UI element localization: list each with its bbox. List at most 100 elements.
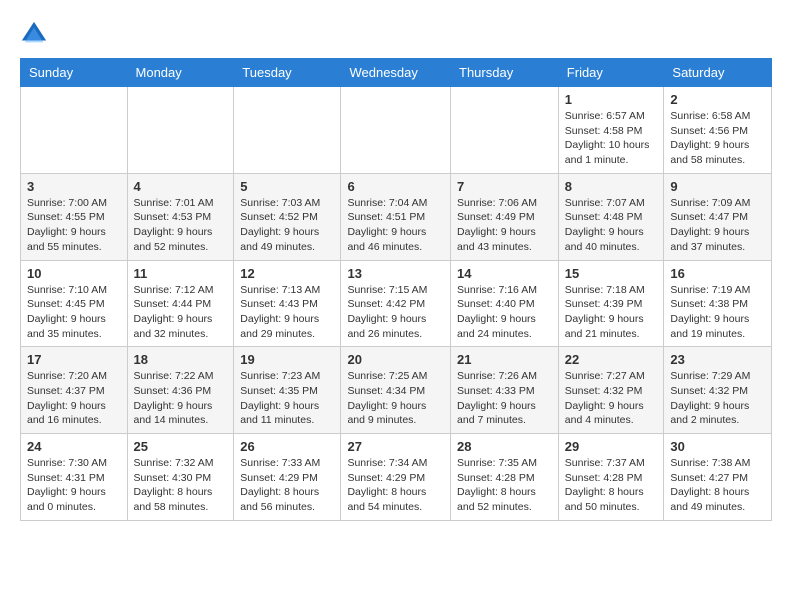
calendar-cell: 6 Sunrise: 7:04 AM Sunset: 4:51 PM Daylig… bbox=[341, 173, 451, 260]
day-number: 8 bbox=[565, 179, 658, 194]
calendar-cell: 24Sunrise: 7:30 AM Sunset: 4:31 PM Dayli… bbox=[21, 434, 128, 521]
calendar-row-1: 3 Sunrise: 7:00 AM Sunset: 4:55 PM Daylig… bbox=[21, 173, 772, 260]
day-number: 14 bbox=[457, 266, 552, 281]
header-saturday: Saturday bbox=[664, 59, 772, 87]
day-detail: Sunrise: 7:25 AM Sunset: 4:34 PM Dayligh… bbox=[347, 369, 444, 428]
calendar-cell: 20 Sunrise: 7:25 AM Sunset: 4:34 PM Dayli… bbox=[341, 347, 451, 434]
calendar-cell bbox=[234, 87, 341, 174]
calendar-cell bbox=[21, 87, 128, 174]
day-detail: Sunrise: 7:26 AM Sunset: 4:33 PM Dayligh… bbox=[457, 369, 552, 428]
day-number: 3 bbox=[27, 179, 121, 194]
calendar-cell: 7 Sunrise: 7:06 AM Sunset: 4:49 PM Daylig… bbox=[451, 173, 559, 260]
calendar-row-0: 1 Sunrise: 6:57 AM Sunset: 4:58 PM Daylig… bbox=[21, 87, 772, 174]
day-detail: Sunrise: 7:23 AM Sunset: 4:35 PM Dayligh… bbox=[240, 369, 334, 428]
calendar-cell: 1 Sunrise: 6:57 AM Sunset: 4:58 PM Daylig… bbox=[558, 87, 664, 174]
calendar-cell: 27 Sunrise: 7:34 AM Sunset: 4:29 PM Dayli… bbox=[341, 434, 451, 521]
day-detail: Sunrise: 7:33 AM Sunset: 4:29 PM Dayligh… bbox=[240, 456, 334, 515]
day-detail: Sunrise: 7:19 AM Sunset: 4:38 PM Dayligh… bbox=[670, 283, 765, 342]
day-number: 30 bbox=[670, 439, 765, 454]
day-detail: Sunrise: 7:32 AM Sunset: 4:30 PM Dayligh… bbox=[134, 456, 228, 515]
header-sunday: Sunday bbox=[21, 59, 128, 87]
day-number: 25 bbox=[134, 439, 228, 454]
calendar-row-2: 10 Sunrise: 7:10 AM Sunset: 4:45 PM Dayli… bbox=[21, 260, 772, 347]
calendar-row-3: 17 Sunrise: 7:20 AM Sunset: 4:37 PM Dayli… bbox=[21, 347, 772, 434]
day-detail: Sunrise: 7:20 AM Sunset: 4:37 PM Dayligh… bbox=[27, 369, 121, 428]
day-detail: Sunrise: 6:57 AM Sunset: 4:58 PM Dayligh… bbox=[565, 109, 658, 168]
day-number: 26 bbox=[240, 439, 334, 454]
day-number: 28 bbox=[457, 439, 552, 454]
day-detail: Sunrise: 7:04 AM Sunset: 4:51 PM Dayligh… bbox=[347, 196, 444, 255]
calendar-cell: 11 Sunrise: 7:12 AM Sunset: 4:44 PM Dayli… bbox=[127, 260, 234, 347]
day-detail: Sunrise: 7:29 AM Sunset: 4:32 PM Dayligh… bbox=[670, 369, 765, 428]
header-tuesday: Tuesday bbox=[234, 59, 341, 87]
day-number: 4 bbox=[134, 179, 228, 194]
calendar-cell: 5Sunrise: 7:03 AM Sunset: 4:52 PM Daylig… bbox=[234, 173, 341, 260]
calendar-cell: 26 Sunrise: 7:33 AM Sunset: 4:29 PM Dayli… bbox=[234, 434, 341, 521]
day-number: 1 bbox=[565, 92, 658, 107]
calendar-cell: 9Sunrise: 7:09 AM Sunset: 4:47 PM Daylig… bbox=[664, 173, 772, 260]
calendar-cell: 12 Sunrise: 7:13 AM Sunset: 4:43 PM Dayli… bbox=[234, 260, 341, 347]
logo bbox=[20, 20, 52, 48]
day-detail: Sunrise: 7:15 AM Sunset: 4:42 PM Dayligh… bbox=[347, 283, 444, 342]
calendar-cell: 3 Sunrise: 7:00 AM Sunset: 4:55 PM Daylig… bbox=[21, 173, 128, 260]
day-detail: Sunrise: 7:01 AM Sunset: 4:53 PM Dayligh… bbox=[134, 196, 228, 255]
calendar-cell: 28 Sunrise: 7:35 AM Sunset: 4:28 PM Dayli… bbox=[451, 434, 559, 521]
day-number: 20 bbox=[347, 352, 444, 367]
calendar: SundayMondayTuesdayWednesdayThursdayFrid… bbox=[20, 58, 772, 521]
day-detail: Sunrise: 7:34 AM Sunset: 4:29 PM Dayligh… bbox=[347, 456, 444, 515]
day-number: 19 bbox=[240, 352, 334, 367]
calendar-cell: 23 Sunrise: 7:29 AM Sunset: 4:32 PM Dayli… bbox=[664, 347, 772, 434]
day-detail: Sunrise: 6:58 AM Sunset: 4:56 PM Dayligh… bbox=[670, 109, 765, 168]
day-number: 12 bbox=[240, 266, 334, 281]
day-detail: Sunrise: 7:37 AM Sunset: 4:28 PM Dayligh… bbox=[565, 456, 658, 515]
day-number: 10 bbox=[27, 266, 121, 281]
day-number: 5 bbox=[240, 179, 334, 194]
day-number: 17 bbox=[27, 352, 121, 367]
calendar-cell: 17 Sunrise: 7:20 AM Sunset: 4:37 PM Dayli… bbox=[21, 347, 128, 434]
day-detail: Sunrise: 7:12 AM Sunset: 4:44 PM Dayligh… bbox=[134, 283, 228, 342]
calendar-cell: 18 Sunrise: 7:22 AM Sunset: 4:36 PM Dayli… bbox=[127, 347, 234, 434]
calendar-cell: 22 Sunrise: 7:27 AM Sunset: 4:32 PM Dayli… bbox=[558, 347, 664, 434]
day-detail: Sunrise: 7:35 AM Sunset: 4:28 PM Dayligh… bbox=[457, 456, 552, 515]
day-detail: Sunrise: 7:30 AM Sunset: 4:31 PM Dayligh… bbox=[27, 456, 121, 515]
page-header bbox=[20, 20, 772, 48]
header-friday: Friday bbox=[558, 59, 664, 87]
calendar-cell: 21 Sunrise: 7:26 AM Sunset: 4:33 PM Dayli… bbox=[451, 347, 559, 434]
calendar-cell: 25 Sunrise: 7:32 AM Sunset: 4:30 PM Dayli… bbox=[127, 434, 234, 521]
day-detail: Sunrise: 7:27 AM Sunset: 4:32 PM Dayligh… bbox=[565, 369, 658, 428]
calendar-header-row: SundayMondayTuesdayWednesdayThursdayFrid… bbox=[21, 59, 772, 87]
day-detail: Sunrise: 7:13 AM Sunset: 4:43 PM Dayligh… bbox=[240, 283, 334, 342]
day-number: 13 bbox=[347, 266, 444, 281]
day-number: 21 bbox=[457, 352, 552, 367]
day-detail: Sunrise: 7:22 AM Sunset: 4:36 PM Dayligh… bbox=[134, 369, 228, 428]
header-thursday: Thursday bbox=[451, 59, 559, 87]
day-number: 23 bbox=[670, 352, 765, 367]
day-number: 7 bbox=[457, 179, 552, 194]
day-number: 9 bbox=[670, 179, 765, 194]
day-number: 11 bbox=[134, 266, 228, 281]
day-detail: Sunrise: 7:06 AM Sunset: 4:49 PM Dayligh… bbox=[457, 196, 552, 255]
header-wednesday: Wednesday bbox=[341, 59, 451, 87]
calendar-cell: 2 Sunrise: 6:58 AM Sunset: 4:56 PM Daylig… bbox=[664, 87, 772, 174]
day-detail: Sunrise: 7:10 AM Sunset: 4:45 PM Dayligh… bbox=[27, 283, 121, 342]
day-number: 22 bbox=[565, 352, 658, 367]
calendar-cell: 13 Sunrise: 7:15 AM Sunset: 4:42 PM Dayli… bbox=[341, 260, 451, 347]
calendar-cell: 14 Sunrise: 7:16 AM Sunset: 4:40 PM Dayli… bbox=[451, 260, 559, 347]
day-detail: Sunrise: 7:38 AM Sunset: 4:27 PM Dayligh… bbox=[670, 456, 765, 515]
calendar-cell: 4 Sunrise: 7:01 AM Sunset: 4:53 PM Daylig… bbox=[127, 173, 234, 260]
calendar-cell: 16Sunrise: 7:19 AM Sunset: 4:38 PM Dayli… bbox=[664, 260, 772, 347]
calendar-row-4: 24Sunrise: 7:30 AM Sunset: 4:31 PM Dayli… bbox=[21, 434, 772, 521]
logo-icon bbox=[20, 20, 48, 48]
day-number: 2 bbox=[670, 92, 765, 107]
day-detail: Sunrise: 7:18 AM Sunset: 4:39 PM Dayligh… bbox=[565, 283, 658, 342]
calendar-cell: 15Sunrise: 7:18 AM Sunset: 4:39 PM Dayli… bbox=[558, 260, 664, 347]
calendar-cell: 30 Sunrise: 7:38 AM Sunset: 4:27 PM Dayli… bbox=[664, 434, 772, 521]
day-number: 6 bbox=[347, 179, 444, 194]
day-detail: Sunrise: 7:00 AM Sunset: 4:55 PM Dayligh… bbox=[27, 196, 121, 255]
calendar-cell bbox=[451, 87, 559, 174]
day-number: 18 bbox=[134, 352, 228, 367]
day-detail: Sunrise: 7:07 AM Sunset: 4:48 PM Dayligh… bbox=[565, 196, 658, 255]
header-monday: Monday bbox=[127, 59, 234, 87]
day-detail: Sunrise: 7:16 AM Sunset: 4:40 PM Dayligh… bbox=[457, 283, 552, 342]
day-number: 27 bbox=[347, 439, 444, 454]
